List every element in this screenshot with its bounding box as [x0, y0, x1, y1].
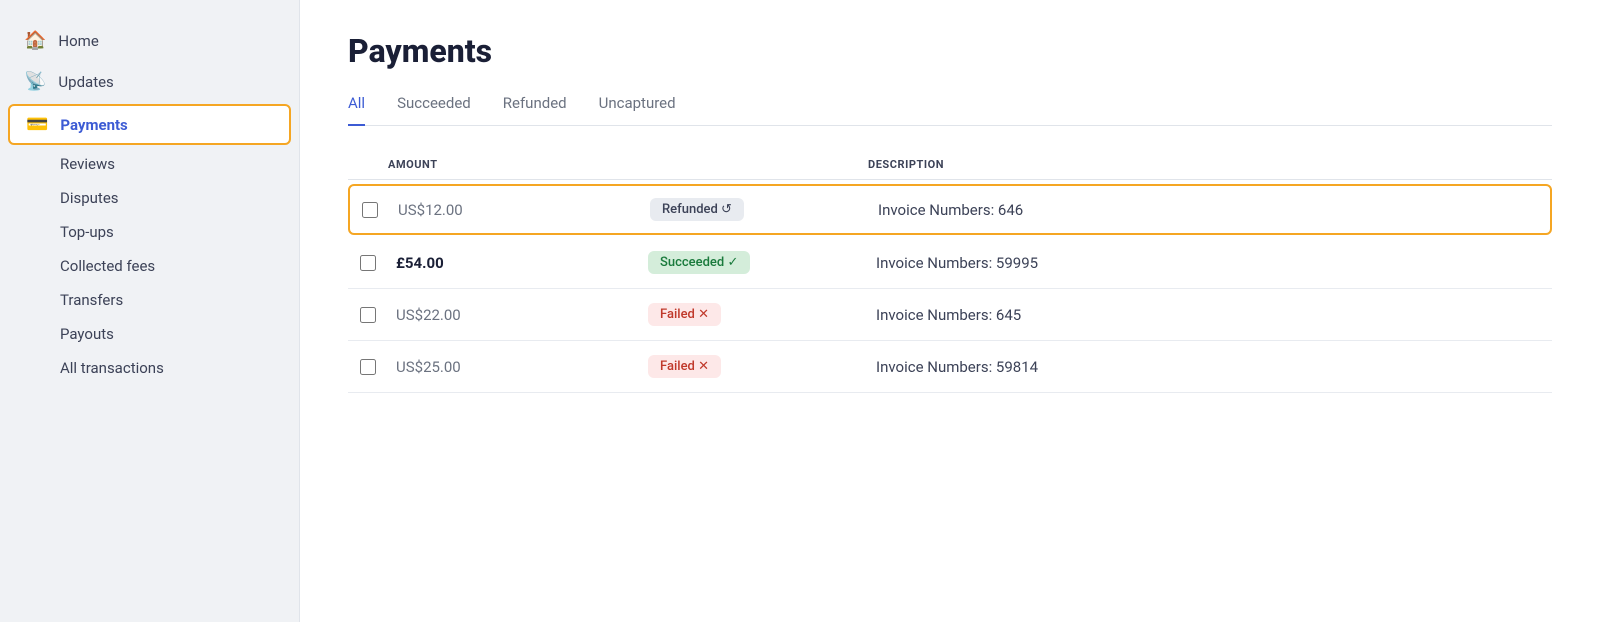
- sidebar-item-label-payments: Payments: [60, 116, 127, 134]
- page-title: Payments: [348, 32, 1552, 70]
- row-description: Invoice Numbers: 59814: [868, 358, 1552, 376]
- tab-bar: All Succeeded Refunded Uncaptured: [348, 94, 1552, 126]
- col-status: [648, 158, 868, 171]
- table-row[interactable]: US$25.00Failed ✕ Invoice Numbers: 59814: [348, 341, 1552, 393]
- tab-uncaptured[interactable]: Uncaptured: [599, 94, 676, 126]
- sidebar-item-updates[interactable]: 📡 Updates: [0, 61, 299, 102]
- row-status: Failed ✕: [648, 355, 868, 378]
- sidebar-item-payouts[interactable]: Payouts: [0, 317, 299, 351]
- table-row[interactable]: US$12.00Refunded ↺ Invoice Numbers: 646: [348, 184, 1552, 235]
- row-amount: US$12.00: [390, 201, 650, 219]
- sidebar-item-all-transactions[interactable]: All transactions: [0, 351, 299, 385]
- home-icon: 🏠: [24, 30, 46, 51]
- updates-icon: 📡: [24, 71, 46, 92]
- row-amount: US$25.00: [388, 358, 648, 376]
- row-amount: £54.00: [388, 254, 648, 272]
- main-content: Payments AllSucceededRefundedUncaptured …: [300, 0, 1600, 622]
- row-checkbox[interactable]: [348, 255, 388, 271]
- checkbox-input[interactable]: [360, 359, 376, 375]
- tab-all[interactable]: All: [348, 94, 365, 126]
- tab-refunded[interactable]: Refunded: [503, 94, 567, 126]
- sidebar-item-collected-fees[interactable]: Collected fees: [0, 249, 299, 283]
- row-amount: US$22.00: [388, 306, 648, 324]
- row-description: Invoice Numbers: 59995: [868, 254, 1552, 272]
- row-checkbox[interactable]: [350, 202, 390, 218]
- sidebar: 🏠 Home 📡 Updates 💳 Payments ReviewsDisputesTop…: [0, 0, 300, 622]
- sidebar-item-topups[interactable]: Top-ups: [0, 215, 299, 249]
- row-description: Invoice Numbers: 646: [870, 201, 1550, 219]
- status-badge: Failed ✕: [648, 303, 721, 326]
- row-status: Succeeded ✓: [648, 251, 868, 274]
- row-checkbox[interactable]: [348, 307, 388, 323]
- sidebar-item-payments[interactable]: 💳 Payments: [8, 104, 291, 145]
- sidebar-item-reviews[interactable]: Reviews: [0, 147, 299, 181]
- row-status: Failed ✕: [648, 303, 868, 326]
- status-badge: Failed ✕: [648, 355, 721, 378]
- sidebar-item-disputes[interactable]: Disputes: [0, 181, 299, 215]
- col-amount: AMOUNT: [388, 158, 648, 171]
- col-checkbox: [348, 158, 388, 171]
- payments-icon: 💳: [26, 114, 48, 135]
- table-row[interactable]: £54.00Succeeded ✓ Invoice Numbers: 59995: [348, 237, 1552, 289]
- checkbox-input[interactable]: [362, 202, 378, 218]
- status-badge: Succeeded ✓: [648, 251, 750, 274]
- sidebar-item-label-updates: Updates: [58, 73, 113, 91]
- sidebar-item-home[interactable]: 🏠 Home: [0, 20, 299, 61]
- status-badge: Refunded ↺: [650, 198, 744, 221]
- checkbox-input[interactable]: [360, 255, 376, 271]
- sidebar-item-label-home: Home: [58, 32, 98, 50]
- table-body: US$12.00Refunded ↺ Invoice Numbers: 646 £5…: [348, 184, 1552, 393]
- checkbox-input[interactable]: [360, 307, 376, 323]
- tab-succeeded[interactable]: Succeeded: [397, 94, 471, 126]
- table-header: AMOUNT DESCRIPTION: [348, 150, 1552, 180]
- row-description: Invoice Numbers: 645: [868, 306, 1552, 324]
- row-status: Refunded ↺: [650, 198, 870, 221]
- col-description: DESCRIPTION: [868, 158, 1552, 171]
- table-row[interactable]: US$22.00Failed ✕ Invoice Numbers: 645: [348, 289, 1552, 341]
- row-checkbox[interactable]: [348, 359, 388, 375]
- sidebar-item-transfers[interactable]: Transfers: [0, 283, 299, 317]
